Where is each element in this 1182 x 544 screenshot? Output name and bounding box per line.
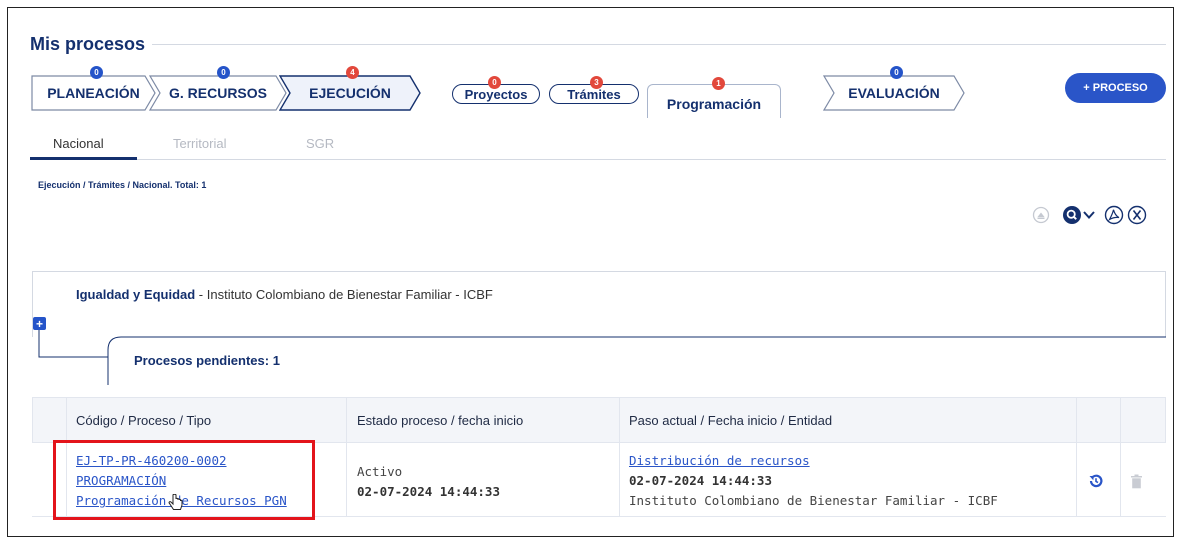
column-divider — [1120, 397, 1121, 517]
column-header: Código / Proceso / Tipo — [76, 413, 212, 428]
column-divider — [1076, 397, 1077, 517]
process-start-date: 02-07-2024 14:44:33 — [357, 484, 500, 499]
count-badge: 1 — [712, 77, 725, 90]
count-badge: 0 — [488, 76, 501, 89]
history-icon[interactable] — [1087, 472, 1105, 495]
column-header: Estado proceso / fecha inicio — [357, 413, 524, 428]
step-entity: Instituto Colombiano de Bienestar Famili… — [629, 493, 998, 508]
column-header: Paso actual / Fecha inicio / Entidad — [629, 413, 833, 428]
count-badge: 3 — [590, 76, 603, 89]
stage-label: EVALUACIÓN — [848, 85, 940, 101]
count-badge: 0 — [217, 66, 230, 79]
current-step-link[interactable]: Distribución de recursos — [629, 453, 810, 468]
pending-processes-label: Procesos pendientes: 1 — [134, 353, 280, 368]
highlight-box — [53, 440, 315, 520]
trash-icon[interactable] — [1130, 474, 1143, 494]
step-start-date: 02-07-2024 14:44:33 — [629, 473, 772, 488]
process-status: Activo — [357, 464, 403, 479]
stage-label: PLANEACIÓN — [47, 85, 140, 101]
count-badge: 0 — [890, 66, 903, 79]
stage-label: EJECUCIÓN — [309, 85, 391, 101]
column-divider — [346, 397, 347, 517]
stage-label: G. RECURSOS — [168, 85, 267, 101]
column-divider — [619, 397, 620, 517]
count-badge: 0 — [90, 66, 103, 79]
count-badge: 4 — [346, 66, 359, 79]
